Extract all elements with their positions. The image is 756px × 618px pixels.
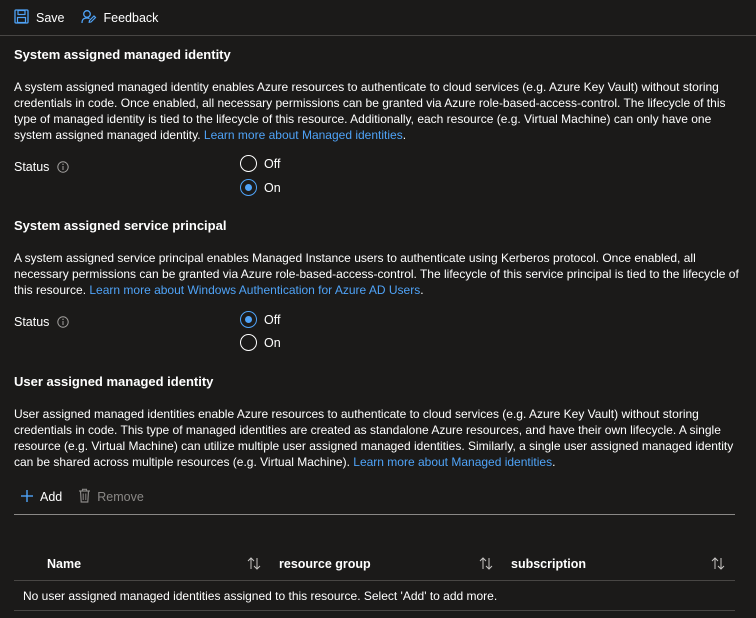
table-header: Name resource group subscription	[14, 549, 735, 581]
radio-circle[interactable]	[240, 311, 257, 328]
radio-circle[interactable]	[240, 334, 257, 351]
status-label-text: Status	[14, 160, 50, 174]
identity-actions: Add Remove	[20, 488, 160, 506]
radio-label: On	[264, 180, 281, 195]
trash-icon	[78, 488, 97, 506]
feedback-icon	[80, 9, 104, 27]
add-icon	[20, 489, 40, 506]
column-subscription[interactable]: subscription	[511, 557, 586, 571]
user-identity-description: User assigned managed identities enable …	[14, 406, 740, 470]
save-button[interactable]: Save	[14, 8, 65, 27]
column-resource-group[interactable]: resource group	[279, 557, 371, 571]
command-bar: Save Feedback	[0, 0, 756, 36]
radio-label: Off	[264, 156, 281, 171]
link-period: .	[402, 128, 407, 142]
link-period: .	[552, 455, 556, 469]
radio-circle[interactable]	[240, 179, 257, 196]
remove-button[interactable]: Remove	[78, 488, 144, 506]
service-principal-status-label: Status	[14, 315, 70, 329]
system-identity-title: System assigned managed identity	[14, 47, 231, 62]
save-label: Save	[36, 10, 65, 25]
info-icon[interactable]	[57, 316, 70, 328]
status-label-text: Status	[14, 315, 50, 329]
info-icon[interactable]	[57, 161, 70, 173]
column-name[interactable]: Name	[47, 557, 81, 571]
system-identity-off-radio[interactable]: Off	[240, 155, 280, 172]
link-period: .	[420, 283, 424, 297]
add-label: Add	[40, 490, 63, 504]
user-identity-title: User assigned managed identity	[14, 374, 214, 389]
system-identity-description: A system assigned managed identity enabl…	[14, 79, 740, 143]
sort-icon[interactable]	[479, 557, 493, 573]
service-principal-off-radio[interactable]: Off	[240, 311, 280, 328]
system-identity-status-label: Status	[14, 160, 70, 174]
windows-auth-link[interactable]: Learn more about Windows Authentication …	[89, 283, 420, 297]
sort-icon[interactable]	[247, 557, 261, 573]
feedback-button[interactable]: Feedback	[80, 9, 159, 27]
system-identity-on-radio[interactable]: On	[240, 179, 281, 196]
feedback-label: Feedback	[103, 10, 159, 25]
table-empty-row: No user assigned managed identities assi…	[14, 581, 735, 611]
radio-label: Off	[264, 312, 281, 327]
sort-icon[interactable]	[711, 557, 725, 573]
divider	[14, 514, 735, 515]
managed-identities-link[interactable]: Learn more about Managed identities	[204, 128, 403, 142]
radio-label: On	[264, 335, 281, 350]
radio-circle[interactable]	[240, 155, 257, 172]
add-button[interactable]: Add	[20, 489, 62, 506]
managed-identities-link[interactable]: Learn more about Managed identities	[353, 455, 552, 469]
service-principal-on-radio[interactable]: On	[240, 334, 281, 351]
service-principal-description: A system assigned service principal enab…	[14, 250, 740, 298]
service-principal-title: System assigned service principal	[14, 218, 227, 233]
save-icon	[14, 8, 36, 27]
remove-label: Remove	[97, 490, 144, 504]
